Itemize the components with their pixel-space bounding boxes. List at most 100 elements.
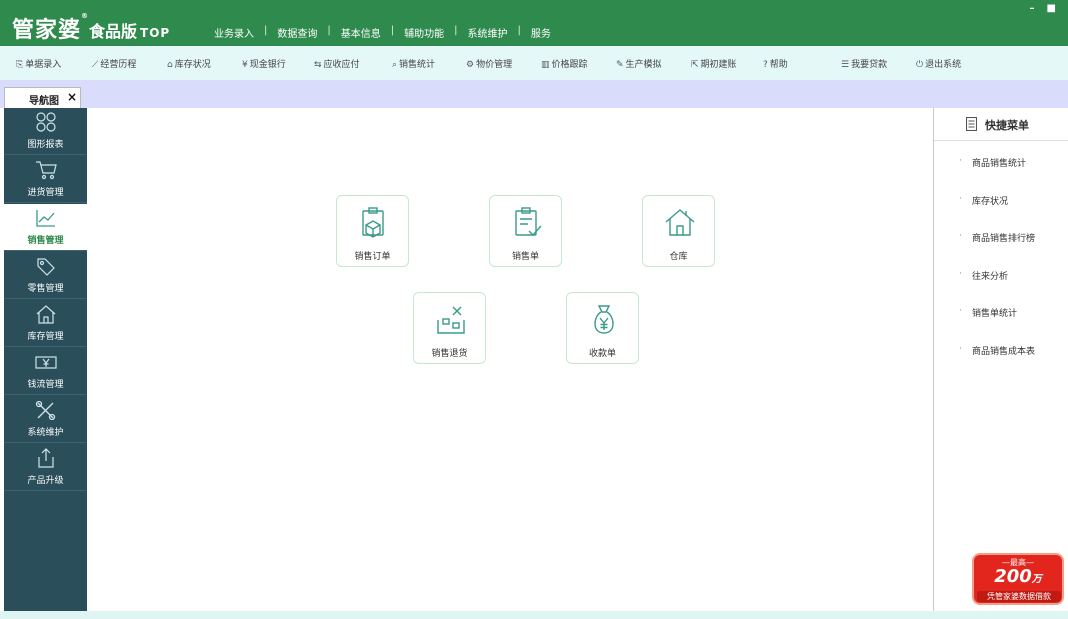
bullet-icon: · [959, 269, 962, 279]
toolbar-stock-status-button[interactable]: ⌂ 库存状况 [167, 57, 211, 70]
sidebar-item-retail[interactable]: 零售管理 [4, 252, 87, 299]
toolbar-sales-stats-button[interactable]: ⌕ 销售统计 [392, 57, 435, 70]
quick-menu-item-label: 商品销售成本表 [972, 347, 1036, 357]
quick-menu-item-label: 往来分析 [972, 272, 1009, 282]
sales-order-icon [362, 207, 384, 238]
upgrade-icon [38, 448, 54, 468]
toolbar-help-button[interactable]: ? 帮助 [763, 57, 788, 70]
quick-menu-item[interactable]: · 商品销售统计 [959, 156, 1027, 169]
sales-bill-card[interactable]: 销售单 [489, 195, 562, 267]
sidebar-item-label: 进货管理 [27, 188, 64, 198]
yen-icon: ¥ [242, 60, 248, 70]
menu-separator: | [390, 25, 395, 36]
top-menu-item-business-entry[interactable]: 业务录入 [208, 25, 260, 40]
bullet-icon: · [959, 194, 962, 204]
quick-menu-item-label: 商品销售统计 [972, 159, 1027, 169]
gear-icon: ⚙ [466, 60, 475, 70]
bar-chart-icon: ▥ [541, 60, 550, 70]
sidebar-item-graph-reports[interactable]: 图形报表 [4, 108, 87, 155]
toolbar-exit-button[interactable]: ⏻ 退出系统 [916, 57, 961, 70]
debt-icon: ☰ [841, 60, 850, 70]
bullet-icon: · [959, 156, 962, 166]
sidebar-item-system-maintenance[interactable]: 系统维护 [4, 396, 87, 443]
graph-report-icon [36, 112, 56, 132]
top-menu: 业务录入 | 数据查询 | 基本信息 | 辅助功能 | 系统维护 | 服务 [208, 25, 557, 40]
toolbar-production-sim-button[interactable]: ✎ 生产模拟 [616, 57, 662, 70]
top-menu-item-system-maintenance[interactable]: 系统维护 [462, 25, 514, 40]
chart-line-icon: ⟋ [92, 60, 99, 70]
toolbar-label: 期初建账 [700, 60, 737, 70]
quick-menu-item-label: 销售单统计 [972, 309, 1018, 319]
sales-return-card[interactable]: 销售退货 [413, 292, 486, 364]
help-icon: ? [763, 60, 768, 70]
promo-line3: 凭管家婆数据借款 [977, 591, 1061, 602]
toolbar-label: 单据录入 [25, 60, 62, 70]
logo-mark: ® [81, 12, 90, 20]
quick-menu-item[interactable]: · 库存状况 [959, 194, 1009, 207]
toolbar-receivable-payable-button[interactable]: ⇆ 应收应付 [314, 57, 360, 70]
bullet-icon: · [959, 306, 962, 316]
toolbar-opening-account-button[interactable]: ⇱ 期初建账 [691, 57, 737, 70]
cart-icon [36, 161, 57, 180]
loan-promo-badge[interactable]: —最高— 200万 凭管家婆数据借款 [972, 553, 1064, 605]
warehouse-card[interactable]: 仓库 [642, 195, 715, 267]
toolbar-label: 库存状况 [174, 60, 211, 70]
tab-navigation-map[interactable]: 导航图 × [4, 87, 81, 108]
sidebar-item-cashflow[interactable]: 钱流管理 [4, 348, 87, 395]
maximize-button[interactable]: ■ [1047, 3, 1056, 14]
sidebar: 图形报表 进货管理 销售管理 零售管理 库存管理 钱流管理 系统维护 产品升级 [4, 108, 87, 611]
title-bar: 管家婆® 食品版 TOP 业务录入 | 数据查询 | 基本信息 | 辅助功能 | 系… [0, 0, 1068, 46]
toolbar-label: 退出系统 [925, 60, 962, 70]
top-menu-item-data-query[interactable]: 数据查询 [271, 25, 323, 40]
money-bag-icon [594, 305, 614, 334]
wrench-icon: ✎ [616, 60, 624, 70]
sales-order-card[interactable]: 销售订单 [336, 195, 409, 267]
menu-separator: | [454, 25, 458, 36]
receipt-card[interactable]: 收款单 [566, 292, 639, 364]
tab-label: 导航图 [29, 96, 59, 107]
sales-bill-icon [515, 207, 542, 237]
minimize-button[interactable]: – [1030, 3, 1035, 14]
toolbar-price-tracking-button[interactable]: ▥ 价格跟踪 [541, 57, 588, 70]
sidebar-item-product-upgrade[interactable]: 产品升级 [4, 444, 87, 491]
toolbar: ⎘ 单据录入 ⟋ 经营历程 ⌂ 库存状况 ¥ 现金银行 ⇆ 应收应付 ⌕ 销售统计 ⚙ 物价管… [0, 46, 1068, 80]
warehouse-icon [36, 305, 56, 324]
quick-menu-item[interactable]: · 商品销售排行榜 [959, 231, 1035, 244]
sidebar-item-label: 库存管理 [27, 332, 64, 342]
toolbar-business-history-button[interactable]: ⟋ 经营历程 [92, 57, 136, 70]
toolbar-label: 生产模拟 [625, 60, 662, 70]
quick-menu-item[interactable]: · 往来分析 [959, 269, 1009, 282]
toolbar-cash-bank-button[interactable]: ¥ 现金银行 [242, 57, 286, 70]
quick-menu-title: 快捷菜单 [985, 119, 1029, 132]
top-menu-item-service[interactable]: 服务 [525, 25, 557, 40]
document-icon [966, 117, 977, 131]
top-menu-item-basic-info[interactable]: 基本信息 [335, 25, 387, 40]
sidebar-item-purchase[interactable]: 进货管理 [4, 156, 87, 203]
status-bar [0, 611, 1068, 619]
card-label: 销售单 [511, 252, 539, 262]
toolbar-label: 价格跟踪 [551, 60, 588, 70]
top-menu-item-aux-functions[interactable]: 辅助功能 [398, 25, 450, 40]
card-label: 销售订单 [354, 252, 391, 262]
window-controls: – ■ [1030, 3, 1056, 14]
toolbar-label: 应收应付 [323, 60, 360, 70]
toolbar-price-management-button[interactable]: ⚙ 物价管理 [466, 57, 512, 70]
tag-icon [37, 258, 55, 276]
quick-menu-item[interactable]: · 商品销售成本表 [959, 344, 1036, 357]
quick-menu-item[interactable]: · 销售单统计 [959, 306, 1018, 319]
app-logo: 管家婆® 食品版 TOP [12, 12, 170, 44]
toolbar-label: 帮助 [769, 60, 788, 70]
exchange-icon: ⇆ [314, 60, 322, 70]
sidebar-item-inventory[interactable]: 库存管理 [4, 300, 87, 347]
toolbar-document-entry-button[interactable]: ⎘ 单据录入 [16, 57, 61, 70]
sidebar-item-sales[interactable]: 销售管理 [4, 204, 87, 251]
toolbar-loan-button[interactable]: ☰ 我要贷款 [841, 57, 887, 70]
toolbar-label: 物价管理 [476, 60, 513, 70]
card-label: 仓库 [669, 252, 688, 262]
close-icon[interactable]: × [67, 90, 77, 104]
sidebar-item-label: 系统维护 [27, 428, 64, 438]
warehouse-icon [665, 209, 695, 236]
sales-trend-icon [36, 210, 55, 227]
menu-separator: | [264, 25, 268, 36]
quick-menu-item-label: 库存状况 [972, 197, 1009, 207]
